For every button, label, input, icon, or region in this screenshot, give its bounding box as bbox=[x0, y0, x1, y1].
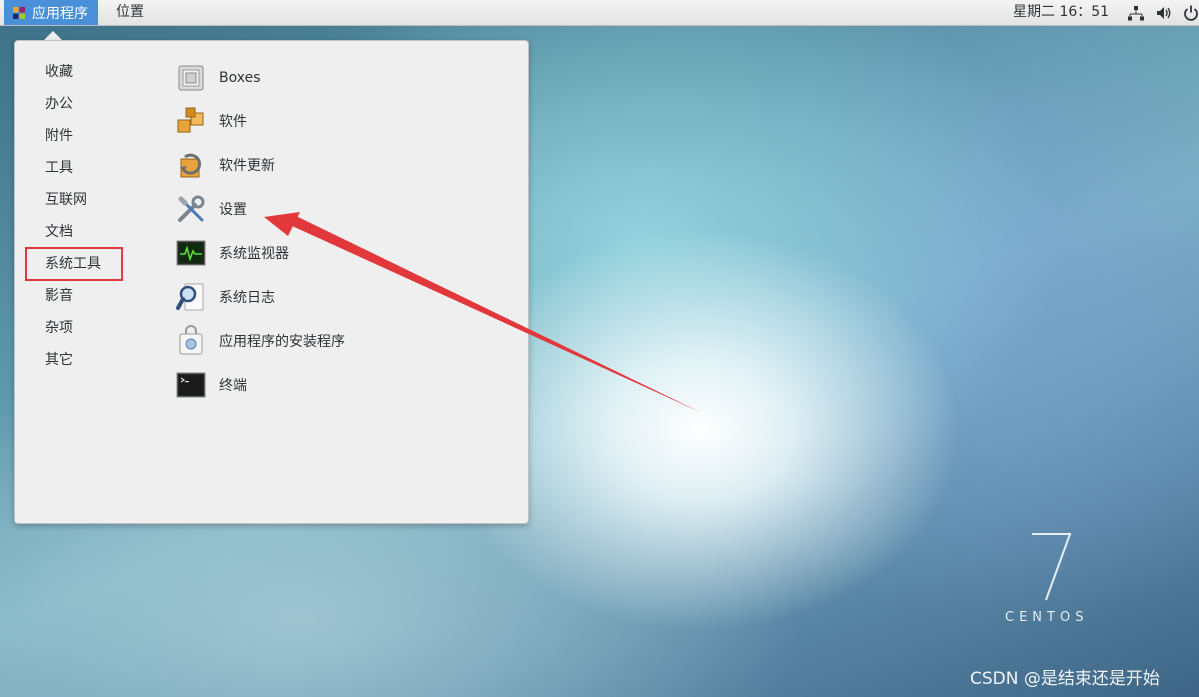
centos-seven-mark bbox=[1032, 533, 1072, 601]
annotation-arrow bbox=[264, 212, 702, 413]
centos-brand-text: CENTOS bbox=[1005, 610, 1089, 625]
watermark-text: CSDN @是结束还是开始 bbox=[970, 669, 1160, 689]
